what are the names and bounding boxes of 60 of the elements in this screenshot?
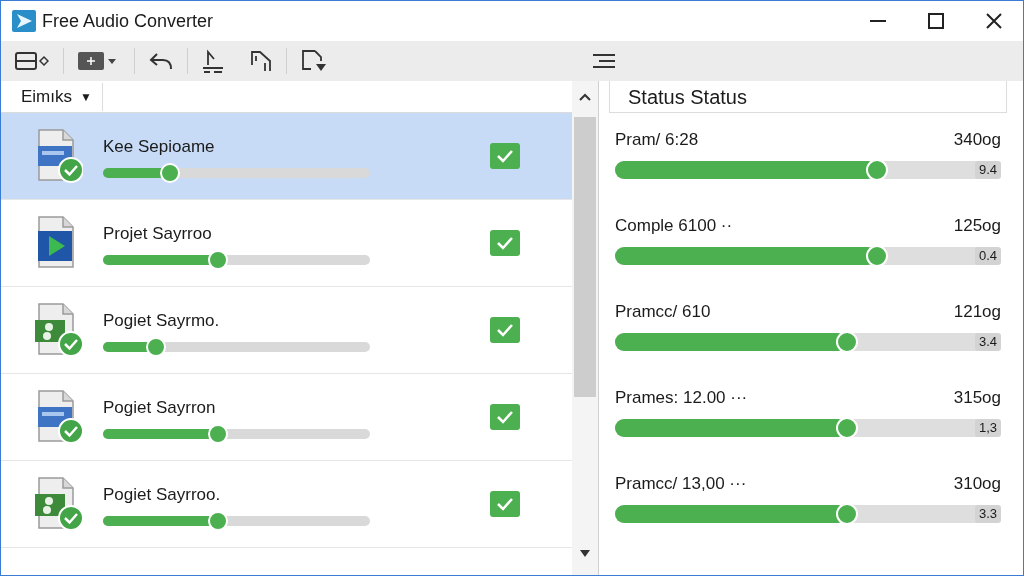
checkmark-icon [496, 323, 514, 337]
progress-reading: 3.3 [974, 504, 1001, 523]
undo-button[interactable] [149, 51, 173, 71]
app-logo-icon [12, 10, 36, 32]
status-label: Prames: 12.00 ··· [615, 387, 748, 409]
split-icon [250, 49, 272, 73]
progress-reading: 3.4 [974, 332, 1001, 351]
progress-slider[interactable] [103, 510, 370, 531]
file-name: Pogiet Sayrroo. [103, 484, 222, 507]
maximize-icon [928, 13, 944, 29]
layout-button[interactable] [15, 52, 49, 70]
sort-dropdown[interactable]: Eimıks ▼ [9, 82, 103, 111]
scroll-thumb[interactable] [574, 117, 596, 397]
progress-slider[interactable] [103, 249, 370, 270]
export-button[interactable] [301, 49, 327, 73]
file-name: Kee Sepioame [103, 136, 216, 159]
file-row[interactable]: Kee Sepioame [1, 113, 572, 200]
file-name: Pogiet Sayrmo. [103, 310, 221, 333]
row-checkbox[interactable] [490, 230, 520, 256]
slider-thumb[interactable] [159, 162, 180, 183]
minimize-icon [870, 20, 886, 22]
checkmark-icon [496, 149, 514, 163]
file-name: Projet Sayrroo [103, 223, 213, 246]
progress-reading: 1,3 [974, 418, 1001, 437]
checkmark-icon [496, 236, 514, 250]
status-label: Pram/ 6:28 [615, 129, 699, 151]
status-label: Pramcc/ 13,00 ··· [615, 473, 747, 495]
split-button[interactable] [250, 49, 272, 73]
scroll-up-icon [579, 93, 591, 101]
file-name: Pogiet Sayrron [103, 397, 217, 420]
close-icon [986, 13, 1002, 29]
row-checkbox[interactable] [490, 404, 520, 430]
status-value: 310og [953, 473, 1001, 495]
layout-icon [15, 52, 49, 70]
window-title: Free Audio Converter [42, 9, 214, 33]
progress-slider[interactable] [103, 162, 370, 183]
row-checkbox[interactable] [490, 143, 520, 169]
progress-slider[interactable] [103, 336, 370, 357]
row-checkbox[interactable] [490, 491, 520, 517]
progress-reading: 0.4 [974, 246, 1001, 265]
scroll-down-icon [580, 550, 590, 557]
status-value: 340og [953, 129, 1001, 151]
checkmark-icon [496, 410, 514, 424]
status-label: Pramcc/ 610 [615, 301, 711, 323]
scrollbar[interactable] [572, 81, 598, 575]
trim-icon [202, 49, 224, 73]
status-title: Status Status [628, 84, 747, 110]
checkmark-icon [496, 497, 514, 511]
progress-reading: 9.4 [974, 160, 1001, 179]
status-value: 315og [953, 387, 1001, 409]
progress-slider[interactable] [103, 423, 370, 444]
status-value: 121og [953, 301, 1001, 323]
status-label: Comple 6100 ·· [615, 215, 733, 237]
menu-icon [591, 53, 615, 69]
undo-icon [149, 51, 173, 71]
menu-button[interactable] [591, 53, 615, 69]
row-checkbox[interactable] [490, 317, 520, 343]
status-value: 125og [953, 215, 1001, 237]
export-icon [301, 49, 327, 73]
trim-button[interactable] [202, 49, 224, 73]
